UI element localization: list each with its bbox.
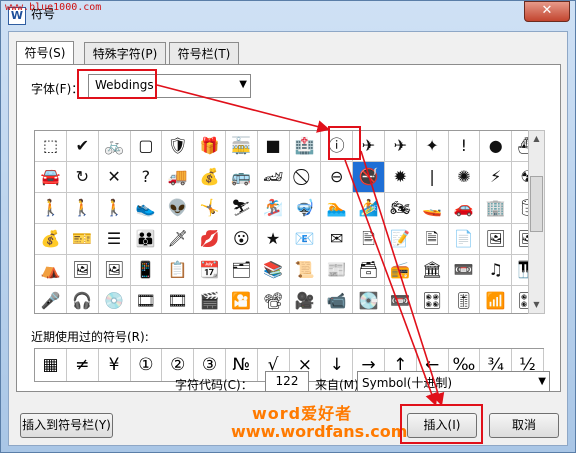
arrow-symbol-to-insert bbox=[344, 159, 438, 407]
symbol-dialog: W 符号 www.blue1000.com ✕ 符号(S) 特殊字符(P) 符号… bbox=[0, 0, 576, 453]
arrow-font-to-symbol bbox=[156, 84, 331, 133]
annotation-arrows bbox=[156, 84, 445, 407]
arrow-symbol-to-insert-2 bbox=[360, 150, 445, 407]
